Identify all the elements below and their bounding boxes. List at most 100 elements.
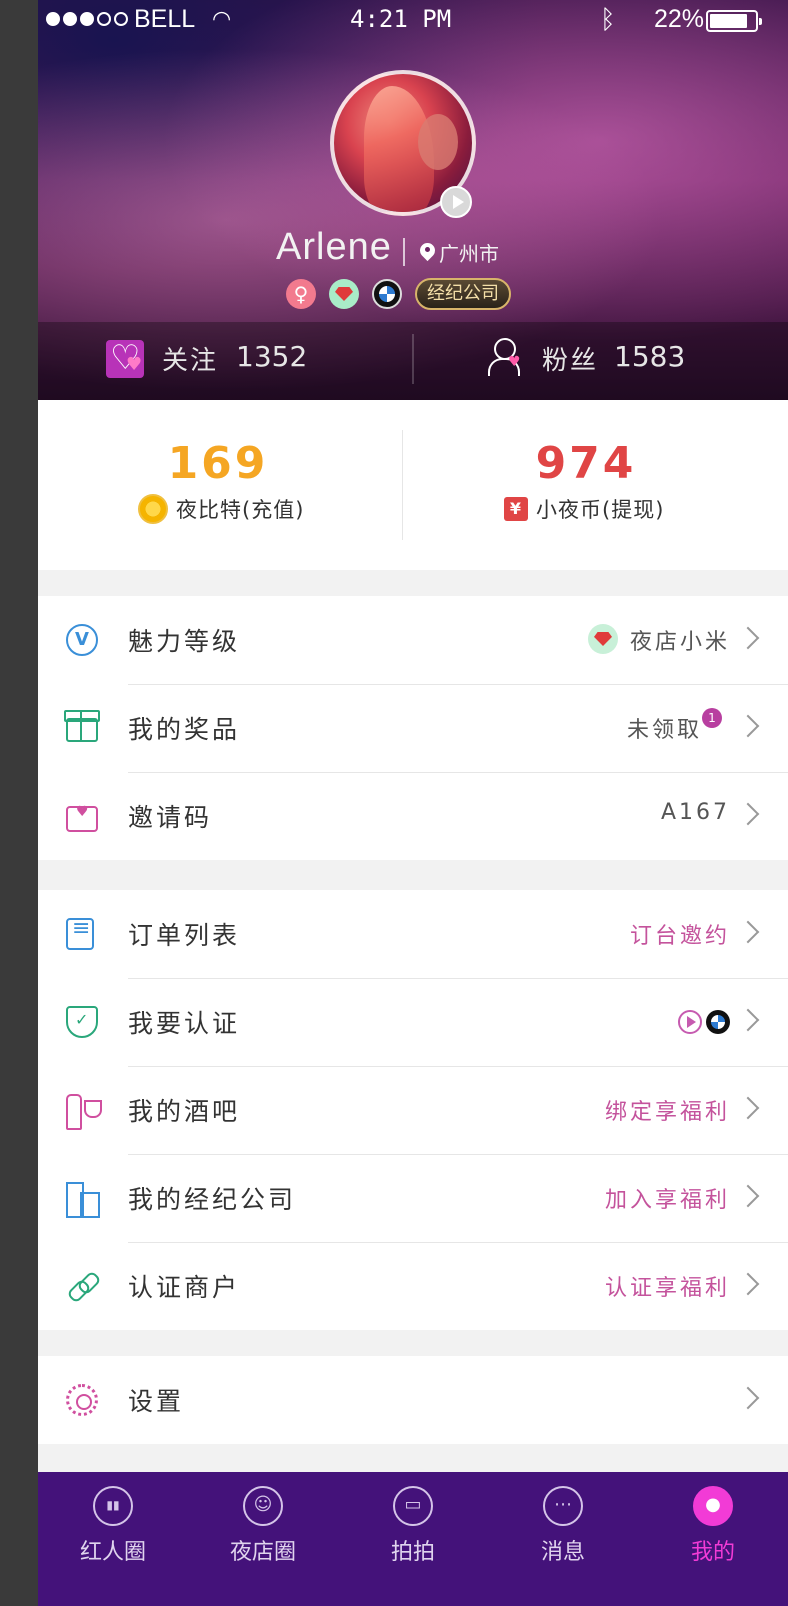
follow-bar: 关注 1352 ♥ 粉丝 1583 — [38, 322, 788, 400]
yebi-withdraw[interactable]: ¥ 小夜币(提现) — [504, 494, 664, 524]
signal-icon — [46, 12, 128, 26]
tab-label: 夜店圈 — [229, 1540, 296, 1565]
building-icon — [66, 1182, 100, 1218]
yebit-value[interactable]: 169 — [68, 438, 368, 489]
invite-mail-icon — [66, 804, 98, 832]
fans-heart-icon: ♥ — [508, 354, 521, 370]
yebit-label: 夜比特(充值) — [176, 498, 305, 522]
tab-label: 拍拍 — [390, 1540, 435, 1565]
yebit-recharge[interactable]: 夜比特(充值) — [138, 494, 304, 524]
location-pin-icon — [420, 243, 435, 263]
divider — [403, 238, 405, 266]
chevron-right-icon — [736, 1184, 760, 1208]
menu-item-label: 我的奖品 — [128, 715, 241, 744]
menu-item-agency[interactable]: 我的经纪公司 加入享福利 — [38, 1154, 788, 1242]
tab-label: 我的 — [690, 1540, 735, 1565]
menu-item-value: 加入享福利 — [604, 1188, 730, 1213]
menu-item-value: 绑定享福利 — [604, 1100, 730, 1125]
chevron-right-icon — [736, 802, 760, 826]
chevron-right-icon — [736, 626, 760, 650]
follow-heart-icon — [106, 338, 144, 378]
menu-item-verify[interactable]: 我要认证 — [38, 978, 788, 1066]
wifi-icon: ◠ — [212, 6, 232, 31]
yebi-label: 小夜币(提现) — [536, 498, 665, 522]
battery-icon — [706, 10, 762, 32]
chevron-right-icon — [736, 1008, 760, 1032]
gift-icon — [64, 710, 100, 742]
divider — [402, 430, 403, 540]
menu-item-value: 认证享福利 — [604, 1276, 730, 1301]
battery-percent: 22% — [654, 5, 705, 33]
tab-messages[interactable]: 消息 — [488, 1472, 638, 1606]
menu-group-1: V 魅力等级 夜店小米 我的奖品 未领取 1 邀请码 A167 — [38, 596, 788, 860]
link-icon — [66, 1270, 98, 1302]
menu-item-label: 邀请码 — [128, 803, 213, 832]
yebi-value[interactable]: 974 — [436, 438, 736, 489]
menu-item-settings[interactable]: 设置 — [38, 1356, 788, 1444]
menu-item-invite-code[interactable]: 邀请码 A167 — [38, 772, 788, 860]
location-text: 广州市 — [439, 242, 499, 266]
menu-item-orders[interactable]: 订单列表 订台邀约 — [38, 890, 788, 978]
chevron-right-icon — [736, 920, 760, 944]
tab-yedian[interactable]: 夜店圈 — [188, 1472, 338, 1606]
badge-row: ♀ 经纪公司 — [286, 278, 511, 310]
bmw-icon — [372, 279, 402, 309]
phone-screen: BELL ◠ 4:21 PM ᛒ 22% Arlene 广州市 ♀ 经纪公司 关… — [38, 0, 788, 1606]
play-icon[interactable] — [440, 186, 472, 218]
ruby-icon — [329, 279, 359, 309]
menu-item-label: 我要认证 — [128, 1009, 241, 1038]
bluetooth-icon: ᛒ — [600, 4, 616, 34]
me-icon — [693, 1486, 733, 1526]
tab-me[interactable]: 我的 — [638, 1472, 788, 1606]
yen-icon: ¥ — [504, 497, 528, 521]
location: 广州市 — [420, 238, 499, 267]
clipboard-icon — [66, 916, 94, 950]
status-bar: BELL ◠ 4:21 PM ᛒ 22% — [38, 0, 788, 40]
menu-item-prizes[interactable]: 我的奖品 未领取 1 — [38, 684, 788, 772]
menu-item-label: 我的经纪公司 — [128, 1185, 297, 1214]
shield-check-icon — [66, 1006, 98, 1038]
people-icon — [243, 1486, 283, 1526]
menu-group-2: 订单列表 订台邀约 我要认证 我的酒吧 绑定享福利 我的经纪公司 加入享福利 认… — [38, 890, 788, 1330]
agency-badge[interactable]: 经纪公司 — [415, 278, 511, 310]
female-icon: ♀ — [286, 279, 316, 309]
tab-paipai[interactable]: 拍拍 — [338, 1472, 488, 1606]
fans-label[interactable]: 粉丝 — [542, 340, 598, 377]
menu-item-value: 未领取 — [626, 718, 702, 743]
chevron-right-icon — [736, 714, 760, 738]
tab-hongren[interactable]: 红人圈 — [38, 1472, 188, 1606]
menu-item-label: 设置 — [128, 1387, 185, 1416]
message-icon — [543, 1486, 583, 1526]
wallet-panel: 169 夜比特(充值) 974 ¥ 小夜币(提现) — [38, 400, 788, 570]
chevron-right-icon — [736, 1386, 760, 1410]
menu-item-label: 订单列表 — [128, 921, 241, 950]
status-time: 4:21 PM — [350, 5, 452, 33]
follow-count[interactable]: 1352 — [236, 340, 307, 373]
username: Arlene — [276, 226, 392, 268]
bmw-icon — [706, 1010, 730, 1034]
tab-bar: 红人圈 夜店圈 拍拍 消息 我的 — [38, 1472, 788, 1606]
menu-item-merchant[interactable]: 认证商户 认证享福利 — [38, 1242, 788, 1330]
menu-group-3: 设置 — [38, 1356, 788, 1444]
divider — [412, 334, 414, 384]
chevron-right-icon — [736, 1096, 760, 1120]
video-verified-icon — [678, 1010, 702, 1034]
menu-item-label: 我的酒吧 — [128, 1097, 241, 1126]
profile-header: BELL ◠ 4:21 PM ᛒ 22% Arlene 广州市 ♀ 经纪公司 关… — [38, 0, 788, 400]
menu-item-charm-level[interactable]: V 魅力等级 夜店小米 — [38, 596, 788, 684]
tab-label: 消息 — [540, 1540, 585, 1565]
follow-label[interactable]: 关注 — [162, 340, 218, 377]
tab-label: 红人圈 — [79, 1540, 146, 1565]
camera-icon — [393, 1486, 433, 1526]
menu-item-value: A167 — [660, 800, 730, 825]
menu-item-label: 魅力等级 — [128, 627, 241, 656]
menu-item-bar[interactable]: 我的酒吧 绑定享福利 — [38, 1066, 788, 1154]
carrier-name: BELL — [134, 5, 196, 33]
notification-badge: 1 — [702, 708, 722, 728]
coin-icon — [138, 494, 168, 524]
canvas: BELL ◠ 4:21 PM ᛒ 22% Arlene 广州市 ♀ 经纪公司 关… — [0, 0, 788, 1606]
fans-count[interactable]: 1583 — [614, 340, 685, 373]
gear-icon — [66, 1384, 98, 1416]
menu-item-label: 认证商户 — [128, 1273, 241, 1302]
menu-item-value: 订台邀约 — [629, 924, 730, 949]
